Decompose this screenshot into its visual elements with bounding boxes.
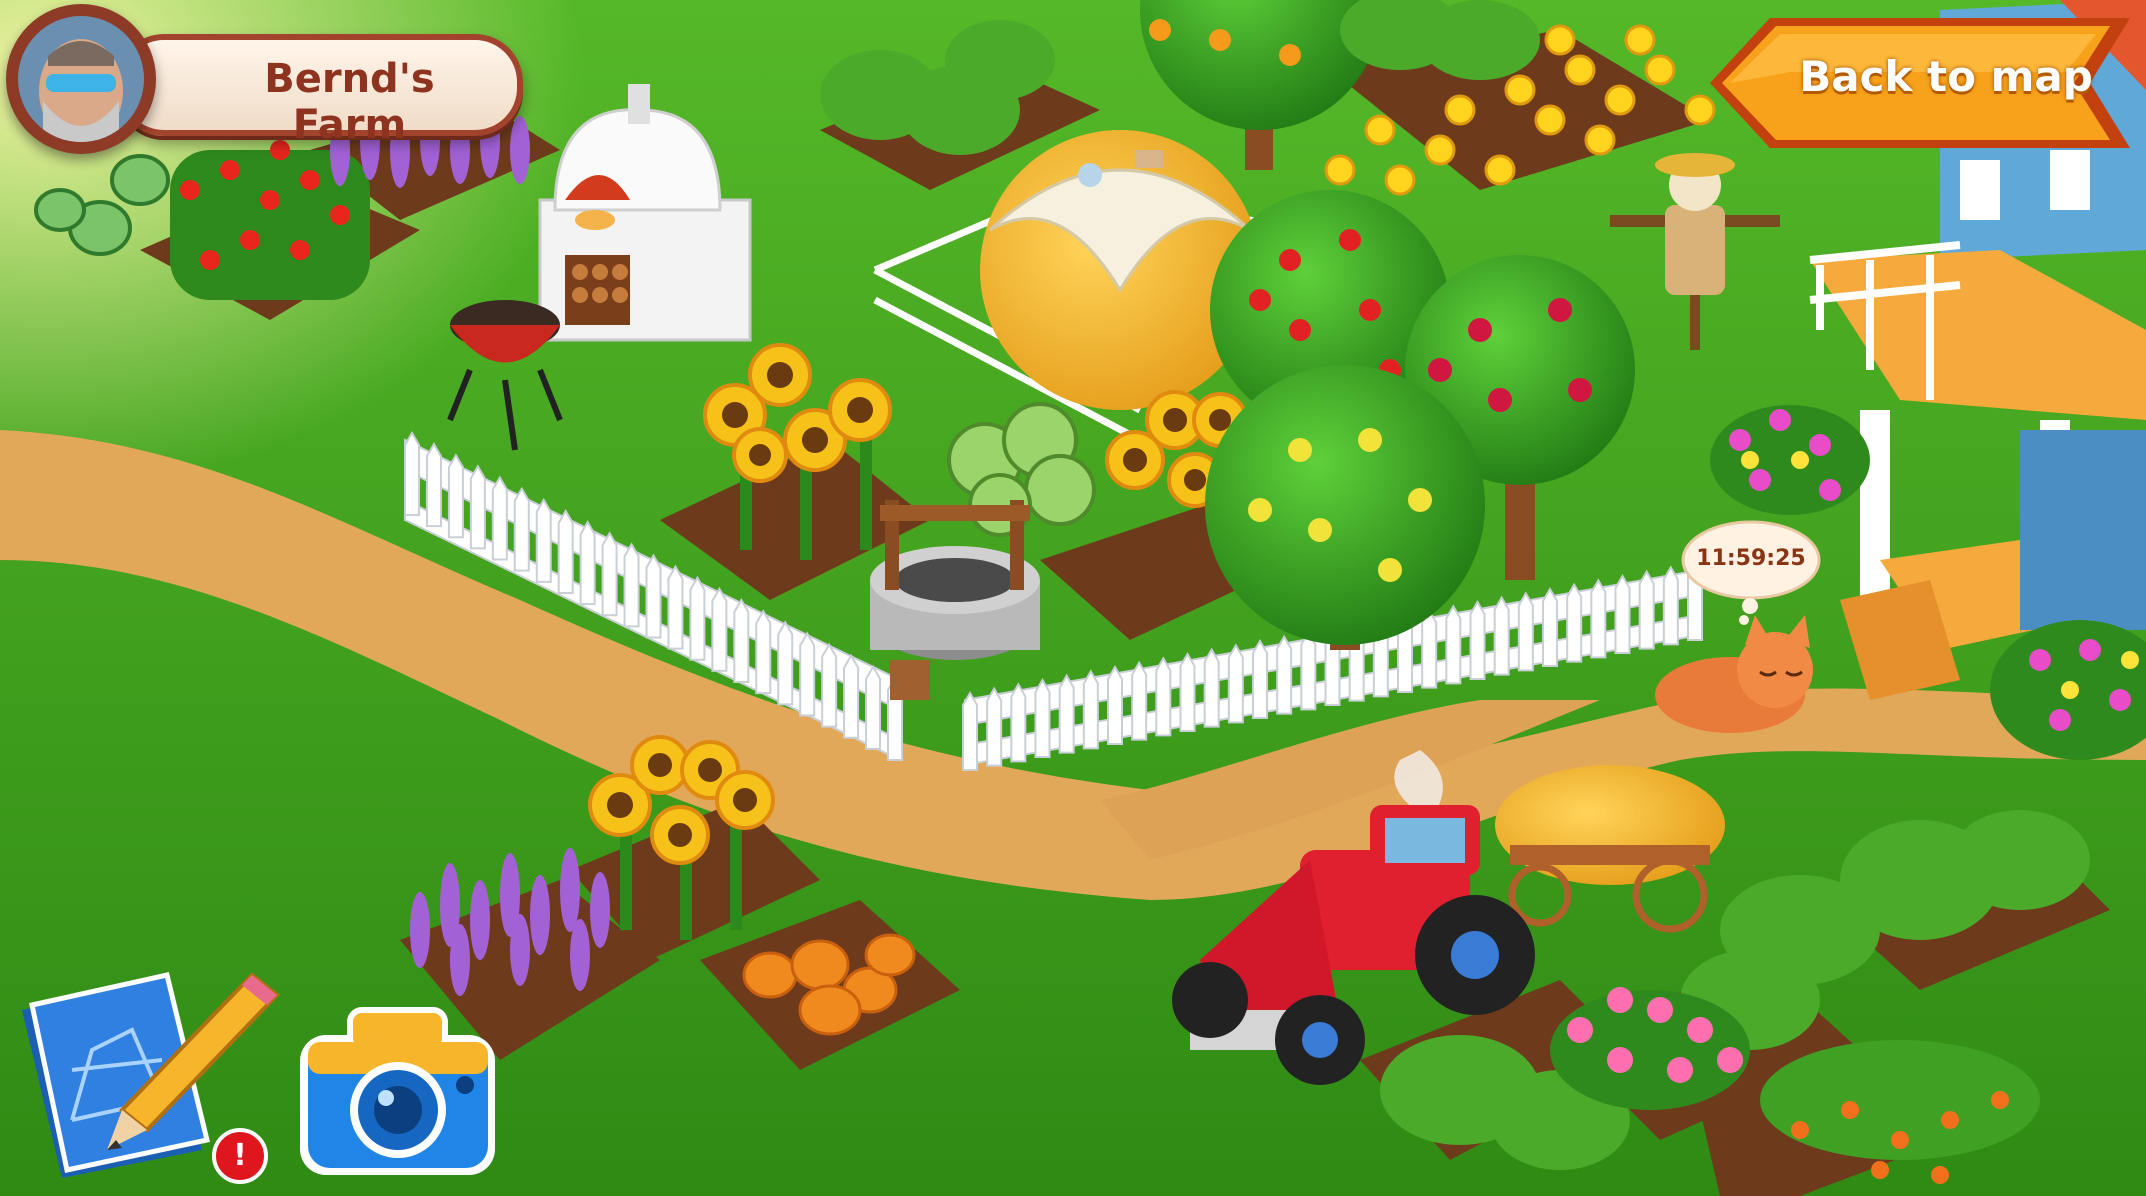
fence-picket xyxy=(755,609,772,695)
fence-picket xyxy=(1082,669,1099,750)
exclamation-icon: ! xyxy=(233,1138,247,1173)
fence-picket xyxy=(1590,578,1607,659)
fence-picket xyxy=(1445,604,1462,685)
alert-badge: ! xyxy=(212,1128,268,1184)
fence-picket xyxy=(667,564,684,650)
thought-bubble-icon xyxy=(1681,520,1821,625)
farm-scene: Bernd's Farm Back to map 11:59:25 ! xyxy=(0,0,2146,1196)
fence-picket xyxy=(962,691,978,771)
fence-picket xyxy=(513,486,530,572)
fence-picket xyxy=(1662,565,1679,646)
production-timer: 11:59:25 xyxy=(1680,516,1822,626)
fence-picket xyxy=(799,631,816,717)
fence-picket xyxy=(1010,682,1027,763)
fence-picket xyxy=(535,497,552,583)
fence-picket xyxy=(1493,595,1510,676)
back-to-map-button[interactable]: Back to map xyxy=(1700,12,2140,154)
fence-picket xyxy=(843,653,860,739)
fence-picket xyxy=(579,520,596,606)
fence-picket xyxy=(865,664,882,750)
camera-icon xyxy=(300,1007,495,1175)
fence-picket xyxy=(425,442,442,528)
farm-name: Bernd's Farm xyxy=(264,56,435,148)
fence-picket xyxy=(986,686,1003,767)
timer-text: 11:59:25 xyxy=(1696,546,1806,571)
fence-picket xyxy=(1034,678,1051,758)
back-to-map-label: Back to map xyxy=(1799,52,2093,101)
fence-picket xyxy=(1300,630,1317,711)
fence-picket xyxy=(1517,591,1534,672)
fence-picket xyxy=(447,453,464,539)
fence-picket xyxy=(1276,634,1293,715)
fence-picket xyxy=(689,575,706,661)
fence-picket xyxy=(1131,660,1148,741)
fence-picket xyxy=(1155,656,1172,737)
fence-picket xyxy=(601,531,618,617)
fence-picket xyxy=(1252,639,1268,719)
camera-button[interactable] xyxy=(290,990,505,1180)
fence-picket xyxy=(404,431,420,516)
avatar xyxy=(18,16,144,142)
fence-picket xyxy=(777,620,794,706)
avatar-portrait xyxy=(18,16,144,142)
fence-picket xyxy=(1469,600,1486,680)
fence-picket xyxy=(733,598,750,684)
fence-picket xyxy=(711,586,728,672)
fence-picket xyxy=(1203,647,1220,728)
fence-picket xyxy=(1227,643,1244,724)
fence-picket xyxy=(1107,665,1123,745)
player-profile[interactable]: Bernd's Farm xyxy=(6,4,526,154)
fence-picket xyxy=(1421,608,1438,689)
fence-picket xyxy=(557,508,574,594)
fence-picket xyxy=(1566,582,1583,663)
fence-picket xyxy=(1542,587,1558,667)
flower-bush-porch xyxy=(1710,405,1870,515)
fence-picket xyxy=(1058,673,1075,754)
fence-picket xyxy=(623,542,640,628)
fence-picket xyxy=(821,642,838,728)
fence-picket xyxy=(469,464,486,550)
fence-picket xyxy=(1179,652,1196,732)
avatar-frame[interactable] xyxy=(6,4,156,154)
design-mode-button[interactable]: ! xyxy=(12,950,282,1185)
farm-name-plate: Bernd's Farm xyxy=(116,34,523,148)
fence-picket xyxy=(1638,569,1655,650)
fence-picket xyxy=(645,553,662,639)
fence-picket xyxy=(1614,574,1631,654)
fence-picket xyxy=(491,475,508,561)
